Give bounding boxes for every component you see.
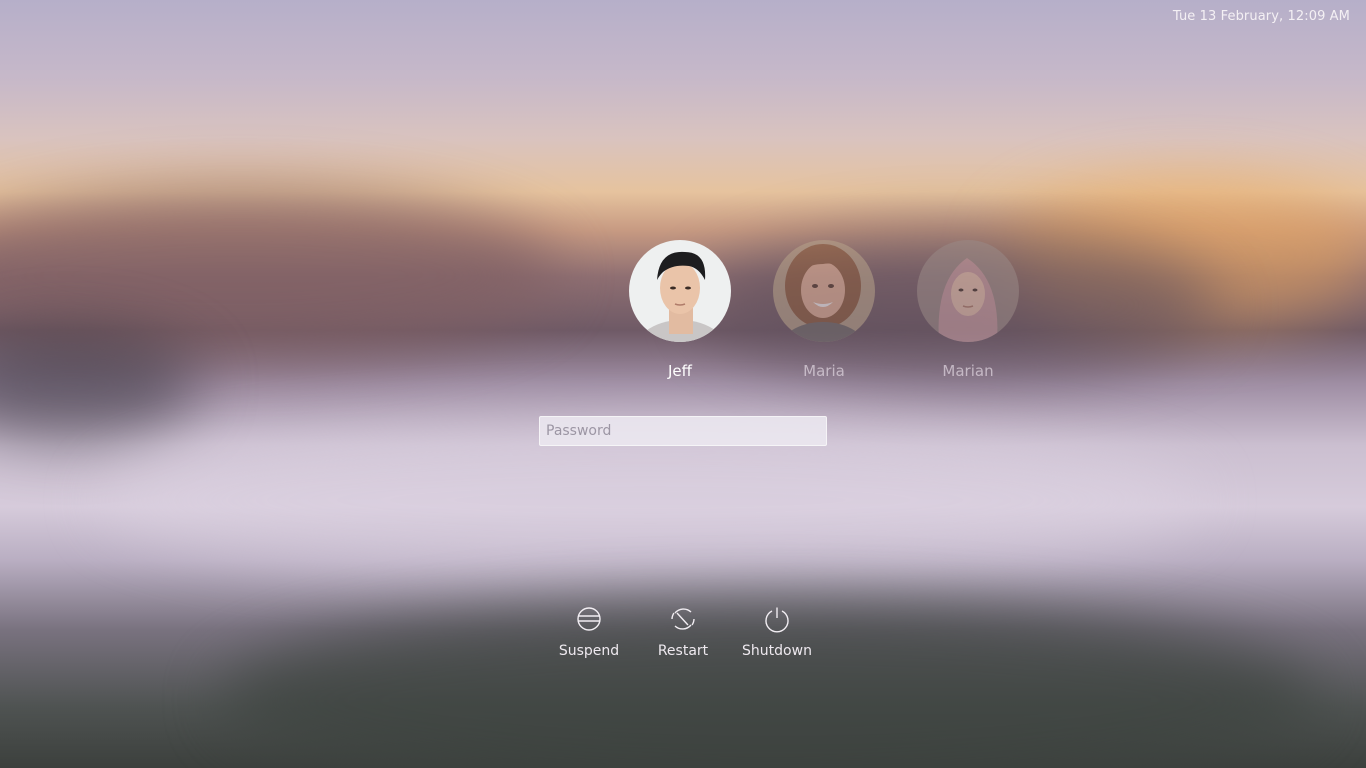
avatar-image-jeff: [629, 240, 731, 342]
clock: Tue 13 February, 12:09 AM: [1172, 9, 1350, 24]
power-actions: Suspend Restart Shutdown: [556, 605, 816, 665]
restart-icon: [671, 608, 695, 630]
user-marian[interactable]: Marian: [916, 240, 1020, 380]
shutdown-button[interactable]: Shutdown: [737, 605, 817, 659]
avatar-image-marian: [917, 240, 1019, 342]
suspend-button[interactable]: Suspend: [549, 605, 629, 659]
user-name: Maria: [803, 362, 845, 380]
suspend-icon: [577, 607, 601, 631]
user-maria[interactable]: Maria: [772, 240, 876, 380]
avatar[interactable]: [629, 240, 731, 342]
avatar[interactable]: [773, 240, 875, 342]
password-field[interactable]: [539, 416, 827, 446]
avatar-image-maria: [773, 240, 875, 342]
avatar[interactable]: [917, 240, 1019, 342]
user-name: Marian: [942, 362, 994, 380]
password-field-container: [539, 416, 827, 446]
restart-label: Restart: [657, 643, 709, 659]
shutdown-label: Shutdown: [742, 643, 812, 659]
power-icon: [765, 607, 789, 633]
restart-button[interactable]: Restart: [643, 605, 723, 659]
lock-screen: Tue 13 February, 12:09 AM Jeff Maria Mar…: [0, 0, 1366, 768]
user-jeff[interactable]: Jeff: [628, 240, 732, 380]
user-list: Jeff Maria Marian: [628, 240, 1020, 390]
suspend-label: Suspend: [558, 643, 620, 659]
user-name: Jeff: [668, 362, 692, 380]
